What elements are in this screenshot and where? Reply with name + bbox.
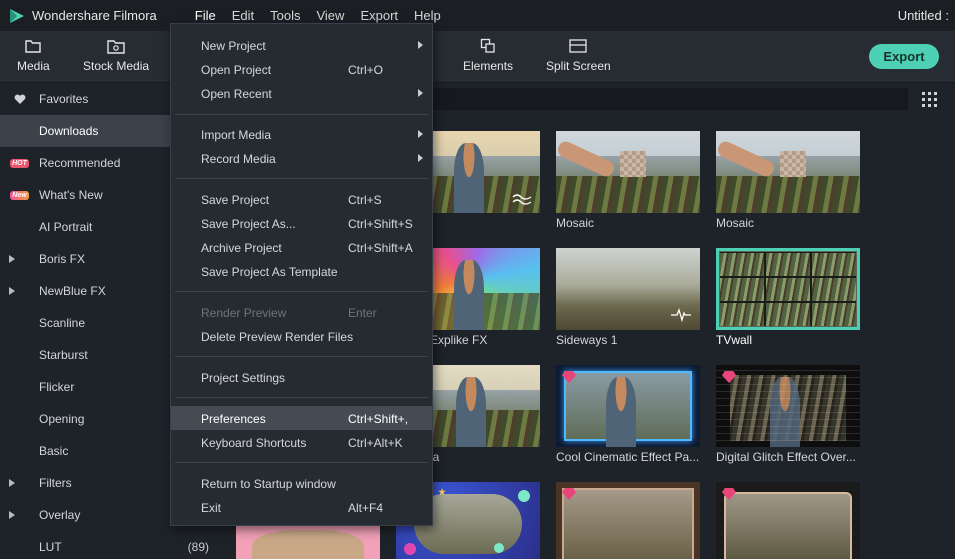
effect-thumbnail-digital-glitch[interactable] [716,365,860,447]
waveform-icon [671,308,691,322]
file-menu-dropdown: New Project Open Project Ctrl+O Open Rece… [170,23,433,526]
effect-thumbnail-mosaic-2[interactable] [716,131,860,213]
split-screen-tab-label: Split Screen [546,59,611,73]
effect-thumbnail-sideways[interactable] [556,248,700,330]
submenu-arrow-icon [418,41,423,49]
title-bar: Wondershare Filmora File Edit Tools View… [0,0,955,31]
sidebar-item-label: What's New [39,188,103,202]
sidebar-item-label: Filters [39,476,72,490]
stock-folder-icon [107,37,125,55]
media-tab[interactable]: Media [17,37,50,73]
effect-thumbnail-cool-cinematic[interactable] [556,365,700,447]
expand-arrow-icon[interactable] [8,479,15,487]
hot-badge: HOT [10,158,29,168]
menu-item-keyboard-shortcuts[interactable]: Keyboard Shortcuts Ctrl+Alt+K [171,430,432,454]
menu-item-open-recent[interactable]: Open Recent [171,81,432,105]
menu-separator [175,462,428,463]
sidebar-item-count: (89) [187,540,209,554]
grid-view-icon[interactable] [922,92,938,108]
export-button[interactable]: Export [869,44,939,69]
menu-item-import-media[interactable]: Import Media [171,122,432,146]
effect-thumbnail-frame-ornate[interactable] [716,482,860,559]
effect-thumbnail-mosaic[interactable] [556,131,700,213]
filmora-logo-icon [8,7,26,25]
heart-icon [0,94,39,105]
stock-media-tab[interactable]: Stock Media [83,37,149,73]
expand-arrow-icon[interactable] [8,511,15,519]
sidebar-item-label: Opening [39,412,85,426]
mosaic-block [780,151,806,177]
folder-icon [25,37,42,55]
menu-item-delete-preview-render[interactable]: Delete Preview Render Files [171,324,432,348]
sidebar-item-label: Recommended [39,156,121,170]
effect-thumbnail-tvwall[interactable] [716,248,860,330]
mosaic-block [620,151,646,177]
effect-label: Mosaic [716,216,755,230]
document-title: Untitled : [897,8,949,23]
effect-label: Digital Glitch Effect Over... [716,450,856,464]
sidebar-item-label: Favorites [39,92,89,106]
menu-item-save-as-template[interactable]: Save Project As Template [171,259,432,283]
menu-item-render-preview: Render Preview Enter [201,306,377,320]
menu-item-archive-project[interactable]: Archive Project Ctrl+Shift+A [171,235,432,259]
submenu-arrow-icon [418,89,423,97]
menu-item-open-project[interactable]: Open Project Ctrl+O [171,57,432,81]
elements-icon [480,37,496,55]
main-toolbar: Media Stock Media s Elements Split Scree… [0,31,955,83]
sidebar-item-lut[interactable]: LUT (89) [0,531,235,559]
sidebar-item-label: Basic [39,444,69,458]
tv-wall-grid [720,252,856,326]
expand-arrow-icon[interactable] [8,255,15,263]
effect-label: Sideways 1 [556,333,618,347]
submenu-arrow-icon [418,130,423,138]
sidebar-item-label: Overlay [39,508,81,522]
effect-label: Mosaic [556,216,595,230]
search-input[interactable] [430,88,908,110]
sidebar-item-label: Boris FX [39,252,86,266]
menu-item-record-media[interactable]: Record Media [171,146,432,170]
menu-separator [175,397,428,398]
elements-tab[interactable]: Elements [463,37,513,73]
menu-separator [175,178,428,179]
sidebar-item-label: Downloads [39,124,99,138]
effect-thumbnail-frame-brown[interactable] [556,482,700,559]
menu-item-new-project[interactable]: New Project [171,33,432,57]
wave-icon [512,194,532,205]
menu-separator [175,114,428,115]
stock-media-tab-label: Stock Media [83,59,150,73]
menu-item-save-project-as[interactable]: Save Project As... Ctrl+Shift+S [171,211,432,235]
expand-arrow-icon[interactable] [8,287,15,295]
menu-separator [175,291,428,292]
sidebar-item-label: Scanline [39,316,86,330]
menu-item-exit[interactable]: Exit Alt+F4 [171,495,432,519]
split-screen-icon [569,37,587,55]
app-name: Wondershare Filmora [32,8,157,23]
effect-label: TVwall [716,333,753,347]
submenu-arrow-icon [418,154,423,162]
sidebar-item-label: LUT [39,540,62,554]
sidebar-item-label: Starburst [39,348,88,362]
menu-item-project-settings[interactable]: Project Settings [171,365,432,389]
menu-item-preferences[interactable]: Preferences Ctrl+Shift+, [171,406,432,430]
media-tab-label: Media [17,59,50,73]
sidebar-item-label: AI Portrait [39,220,93,234]
menu-item-save-project[interactable]: Save Project Ctrl+S [171,187,432,211]
elements-tab-label: Elements [463,59,514,73]
sidebar-item-label: Flicker [39,380,75,394]
sidebar-item-label: NewBlue FX [39,284,106,298]
menu-separator [175,356,428,357]
effect-label: Cool Cinematic Effect Pa... [556,450,700,464]
split-screen-tab[interactable]: Split Screen [546,37,611,73]
menu-item-return-to-startup[interactable]: Return to Startup window [171,471,432,495]
new-badge: New [10,190,29,200]
